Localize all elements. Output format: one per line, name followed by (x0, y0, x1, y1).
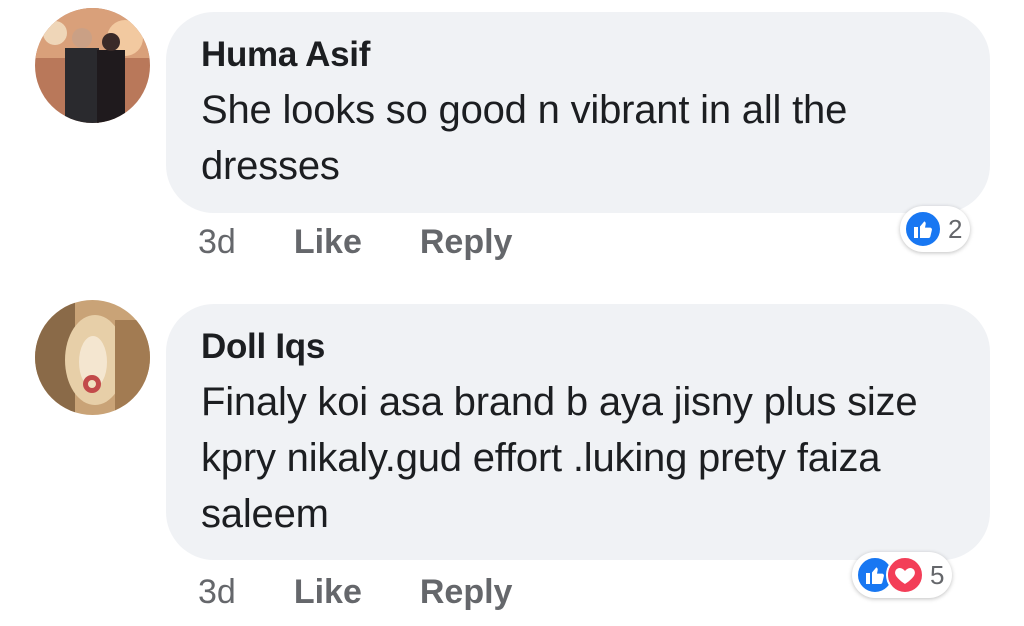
comment-author[interactable]: Doll Iqs (201, 328, 955, 366)
user-photo-icon (35, 8, 150, 123)
comment-timestamp[interactable]: 3d (198, 573, 236, 612)
avatar[interactable] (35, 8, 150, 123)
comment-actions: 3d Like Reply (198, 222, 512, 262)
comment-text: Finaly koi asa brand b aya jisny plus si… (201, 380, 918, 536)
comment-timestamp[interactable]: 3d (198, 223, 236, 262)
reaction-count: 5 (930, 559, 945, 590)
comment-bubble: Huma Asif She looks so good n vibrant in… (166, 12, 990, 213)
comment-actions: 3d Like Reply (198, 572, 512, 612)
reply-button[interactable]: Reply (420, 573, 513, 612)
love-icon (886, 556, 924, 594)
comment-author[interactable]: Huma Asif (201, 36, 955, 74)
like-icon (904, 210, 942, 248)
reply-button[interactable]: Reply (420, 223, 513, 262)
avatar[interactable] (35, 300, 150, 415)
reaction-summary[interactable]: 5 (852, 552, 953, 598)
comment-bubble: Doll Iqs Finaly koi asa brand b aya jisn… (166, 304, 990, 560)
reaction-count: 2 (948, 213, 963, 244)
comment-text: She looks so good n vibrant in all the d… (201, 88, 848, 188)
like-button[interactable]: Like (294, 223, 362, 262)
reaction-summary[interactable]: 2 (900, 206, 971, 252)
user-photo-icon (35, 300, 150, 415)
like-button[interactable]: Like (294, 573, 362, 612)
